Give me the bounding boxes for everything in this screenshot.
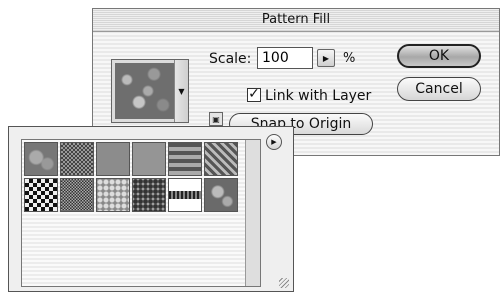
scale-unit: %	[343, 51, 356, 66]
pattern-tile[interactable]	[96, 142, 130, 176]
pattern-tile[interactable]	[204, 142, 238, 176]
pattern-tile[interactable]	[60, 178, 94, 212]
link-with-layer-label[interactable]: Link with Layer	[265, 88, 371, 104]
pattern-tile[interactable]	[60, 142, 94, 176]
pattern-swatch-picker[interactable]: ▼	[111, 59, 189, 123]
picker-scrollbar[interactable]	[245, 140, 260, 286]
pattern-picker-panel: ▶	[8, 126, 294, 292]
pattern-swatch-preview[interactable]	[115, 63, 175, 119]
scale-label: Scale:	[209, 51, 252, 67]
link-with-layer-checkbox[interactable]: ✓	[247, 87, 261, 102]
picker-menu-icon[interactable]: ▶	[266, 134, 282, 150]
dialog-title: Pattern Fill	[261, 12, 331, 27]
pattern-tile[interactable]	[96, 178, 130, 212]
pattern-tile[interactable]	[132, 178, 166, 212]
scale-input[interactable]	[257, 47, 313, 69]
resize-grip-icon[interactable]	[279, 278, 289, 288]
pattern-tiles	[24, 142, 240, 212]
cancel-button[interactable]: Cancel	[397, 77, 481, 101]
ok-button[interactable]: OK	[397, 44, 481, 68]
title-bar[interactable]: Pattern Fill	[93, 9, 499, 32]
pattern-tile[interactable]	[132, 142, 166, 176]
pattern-tile[interactable]	[24, 178, 58, 212]
new-preset-icon[interactable]: ▣	[209, 112, 223, 126]
pattern-grid	[21, 139, 261, 287]
pattern-tile[interactable]	[168, 142, 202, 176]
chevron-down-icon[interactable]: ▼	[174, 60, 188, 122]
pattern-tile[interactable]	[204, 178, 238, 212]
scale-slider-arrow-icon[interactable]: ▶	[317, 49, 335, 67]
pattern-tile[interactable]	[24, 142, 58, 176]
pattern-tile[interactable]	[168, 178, 202, 212]
